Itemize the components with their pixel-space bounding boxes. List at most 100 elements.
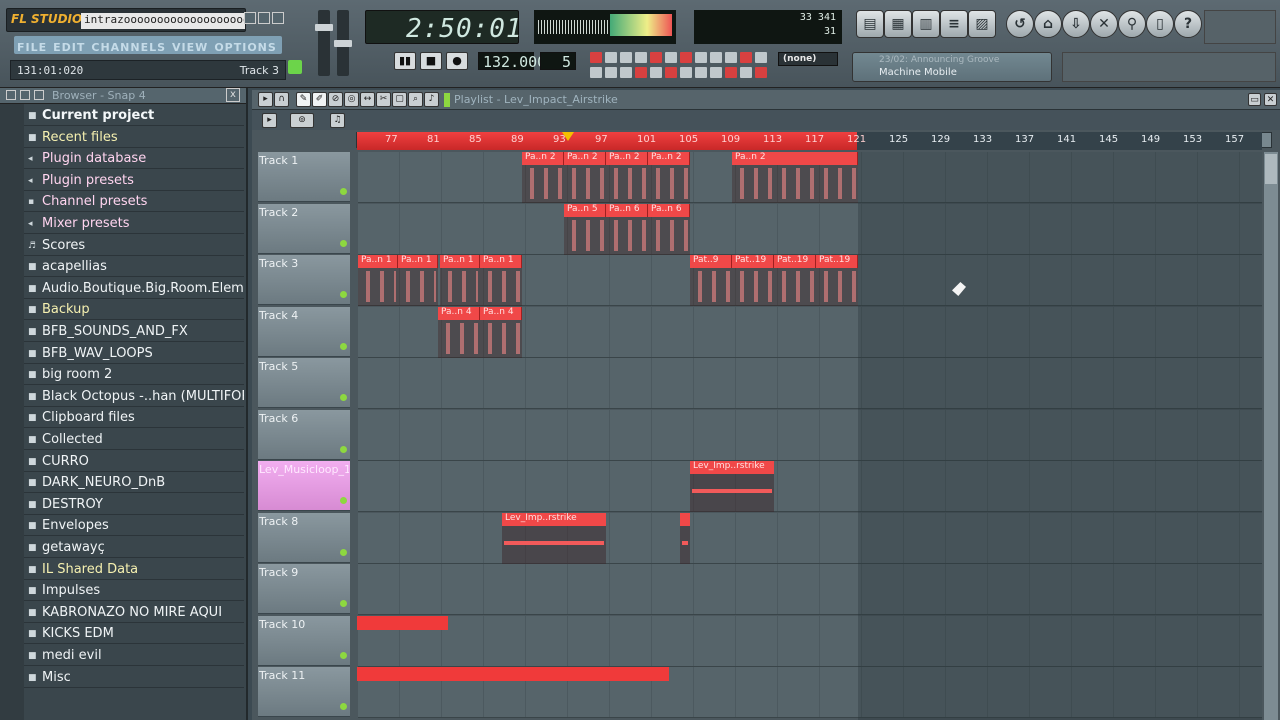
- pattern-clip[interactable]: Pa..n 6: [606, 203, 648, 255]
- toggle-button[interactable]: [665, 67, 677, 78]
- track-header[interactable]: Track 11: [258, 667, 350, 717]
- track-enable-led-icon[interactable]: [340, 548, 347, 556]
- undo-icon[interactable]: ↺: [1006, 10, 1034, 38]
- track-enable-led-icon[interactable]: [340, 291, 347, 298]
- draw-tool-icon[interactable]: ✎: [296, 92, 311, 107]
- help-icon[interactable]: ?: [1174, 10, 1202, 38]
- clip-header[interactable]: Pa..n 2: [522, 152, 564, 165]
- pattern-clip[interactable]: Pa..n 1: [358, 255, 398, 306]
- track-header[interactable]: Track 4: [258, 306, 350, 357]
- clip-header[interactable]: Pa..n 6: [606, 203, 648, 217]
- tempo-display[interactable]: 132.000: [478, 52, 546, 71]
- playlist-menu-icon[interactable]: ▸: [258, 92, 273, 107]
- browser-item[interactable]: ■ KICKS EDM: [24, 624, 244, 645]
- playlist-window-icon[interactable]: ▤: [856, 10, 884, 38]
- toggle-button[interactable]: [620, 52, 632, 63]
- clip-header[interactable]: Pa..n 6: [648, 203, 690, 217]
- menu-item-view[interactable]: VIEW: [172, 41, 208, 54]
- pattern-clip[interactable]: Pa..n 2: [732, 152, 858, 203]
- browser-item[interactable]: ■ Collected: [24, 430, 244, 450]
- toggle-button[interactable]: [740, 52, 752, 63]
- pattern-clip[interactable]: Pa..n 4: [438, 306, 480, 358]
- pattern-clip[interactable]: Pa..n 1: [440, 255, 480, 306]
- toggle-button[interactable]: [605, 52, 617, 63]
- vertical-scrollbar[interactable]: [1264, 152, 1278, 720]
- toggle-button[interactable]: [755, 52, 767, 63]
- pattern-clip[interactable]: Pa..n 1: [398, 255, 438, 306]
- pattern-clip[interactable]: Pat..9: [690, 255, 732, 306]
- track-header[interactable]: Track 10: [258, 615, 350, 666]
- master-volume-slider[interactable]: [315, 10, 333, 76]
- mute-tool-icon[interactable]: ◎: [344, 92, 359, 107]
- pattern-clip[interactable]: Pat..19: [816, 255, 858, 306]
- audio-mode-icon[interactable]: ♫: [330, 113, 345, 128]
- browser-item[interactable]: ◂ Plugin presets: [24, 171, 244, 191]
- clip-header[interactable]: Pa..n 2: [564, 152, 606, 165]
- toggle-button[interactable]: [650, 67, 662, 78]
- pattern-clip[interactable]: Pa..n 2: [606, 152, 648, 203]
- info-icon[interactable]: ▯: [1146, 10, 1174, 38]
- browser-title[interactable]: Browser - Snap 4: [52, 89, 146, 102]
- track-header[interactable]: Track 9: [258, 564, 350, 614]
- toggle-button[interactable]: [635, 52, 647, 63]
- master-pitch-slider[interactable]: [334, 10, 352, 76]
- toggle-button[interactable]: [590, 52, 602, 63]
- toggle-button[interactable]: [680, 67, 692, 78]
- collapse-icon[interactable]: [6, 90, 16, 100]
- timeline-ruler[interactable]: 77 81 85 89 93 97 101 105 109 113 117 121 125 129 133 1…: [357, 132, 1262, 150]
- step-sequencer-icon[interactable]: ▦: [884, 10, 912, 38]
- news-panel[interactable]: 23/02: Announcing Groove Machine Mobile: [852, 52, 1052, 82]
- zoom-tool-icon[interactable]: ⌕: [408, 92, 423, 107]
- browser-item[interactable]: ■ Misc: [24, 668, 244, 688]
- browser-item[interactable]: ■ Audio.Boutique.Big.Room.Elements: [24, 279, 244, 299]
- cpu-monitor[interactable]: 33 341 31: [694, 10, 842, 44]
- clip-header[interactable]: Lev_Imp..rstrike: [690, 461, 774, 474]
- export-icon[interactable]: ⇩: [1062, 10, 1090, 38]
- close-icon[interactable]: [272, 12, 284, 24]
- browser-item[interactable]: ■ getawayç: [24, 538, 244, 558]
- clip-header[interactable]: Lev_Imp..rstrike: [502, 512, 606, 526]
- slip-tool-icon[interactable]: ↔: [360, 92, 375, 107]
- browser-close-button[interactable]: x: [226, 88, 240, 102]
- audio-clip[interactable]: Lev_Imp..rstrike: [502, 512, 606, 564]
- clip-header[interactable]: Pat..9: [690, 255, 732, 268]
- clip-header[interactable]: Pa..n 1: [398, 255, 438, 268]
- stop-button[interactable]: ■: [420, 52, 442, 70]
- pattern-clip[interactable]: Pat..19: [774, 255, 816, 306]
- browser-item[interactable]: ■ BFB_WAV_LOOPS: [24, 344, 244, 364]
- slice-tool-icon[interactable]: ✂: [376, 92, 391, 107]
- track-enable-led-icon[interactable]: [340, 651, 347, 659]
- menu-item-file[interactable]: FILE: [17, 41, 47, 54]
- toggle-button[interactable]: [725, 52, 737, 63]
- audio-clip-bar[interactable]: [357, 616, 448, 630]
- piano-roll-icon[interactable]: ▥: [912, 10, 940, 38]
- zero-cross-toggles[interactable]: [256, 134, 352, 148]
- oscilloscope-display[interactable]: [534, 10, 676, 44]
- playlist-maximize-icon[interactable]: ▭: [1248, 93, 1261, 106]
- track-header[interactable]: Track 6: [258, 409, 350, 460]
- paint-tool-icon[interactable]: ✐: [312, 92, 327, 107]
- clip-header[interactable]: Pa..n 2: [606, 152, 648, 165]
- toggle-button[interactable]: [665, 52, 677, 63]
- toggle-button[interactable]: [620, 67, 632, 78]
- delete-tool-icon[interactable]: ⊘: [328, 92, 343, 107]
- browser-item[interactable]: ■ acapellias: [24, 257, 244, 278]
- audio-clip[interactable]: [680, 512, 690, 564]
- save-icon[interactable]: ⌂: [1034, 10, 1062, 38]
- pattern-selector[interactable]: 5: [540, 52, 576, 71]
- settings-icon[interactable]: ✕: [1090, 10, 1118, 38]
- magnet-icon[interactable]: ∩: [274, 92, 289, 107]
- browser-item[interactable]: ■ Backup: [24, 300, 244, 321]
- track-enable-led-icon[interactable]: [340, 239, 347, 247]
- pattern-clip[interactable]: Pa..n 5: [564, 203, 606, 255]
- toggle-button[interactable]: [710, 52, 722, 63]
- browser-item[interactable]: ■ DARK_NEURO_DnB: [24, 473, 244, 494]
- browser-item[interactable]: ■ KABRONAZO NO MIRE AQUI: [24, 603, 244, 623]
- pattern-clip[interactable]: Pa..n 6: [648, 203, 690, 255]
- track-header[interactable]: Track 3: [258, 255, 350, 305]
- track-header[interactable]: Track 1: [258, 152, 350, 202]
- refresh-icon[interactable]: [34, 90, 44, 100]
- browser-item[interactable]: ◂ Plugin database: [24, 149, 244, 170]
- clip-header[interactable]: [680, 512, 690, 526]
- pattern-clip[interactable]: Pa..n 2: [522, 152, 564, 203]
